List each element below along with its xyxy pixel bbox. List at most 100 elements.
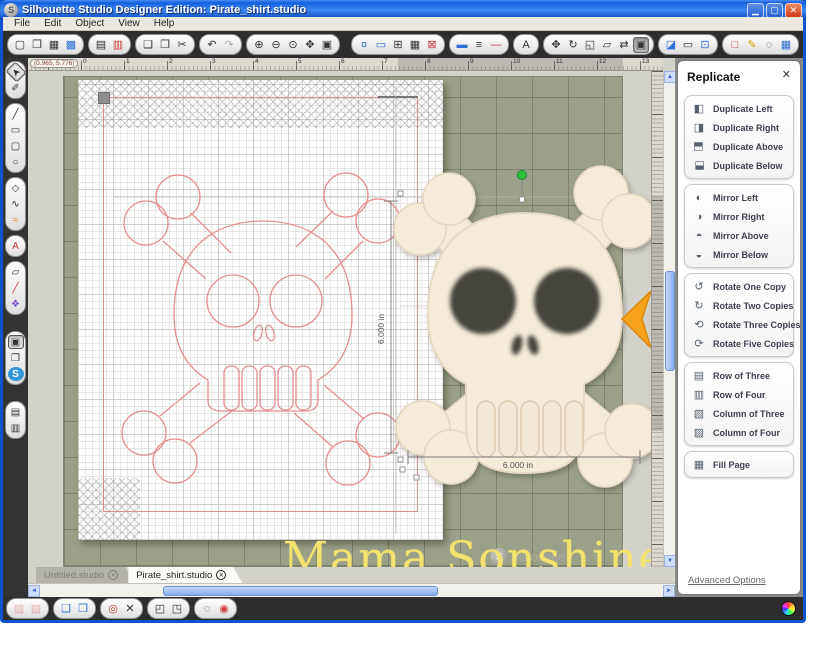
pan-icon[interactable]: ✥ bbox=[302, 37, 318, 53]
select-area-icon[interactable]: ◌ bbox=[761, 37, 777, 53]
shear-icon[interactable]: ▱ bbox=[599, 37, 615, 53]
new-document-icon[interactable]: ▢ bbox=[12, 37, 28, 53]
scroll-left-icon[interactable]: ◄ bbox=[28, 585, 40, 597]
rounded-rectangle-tool[interactable]: ▢ bbox=[8, 139, 24, 153]
menu-file[interactable]: File bbox=[7, 18, 37, 29]
polygon-tool[interactable]: ◇ bbox=[8, 181, 24, 195]
menu-edit[interactable]: Edit bbox=[37, 18, 68, 29]
rotate-icon[interactable]: ↻ bbox=[565, 37, 581, 53]
modify-icon[interactable]: ⊡ bbox=[697, 37, 713, 53]
zoom-selection-icon[interactable]: ⊙ bbox=[285, 37, 301, 53]
row-of-four-button[interactable]: ▥ Row of Four bbox=[685, 385, 793, 404]
vertical-scrollbar[interactable]: ▲ ▼ bbox=[663, 71, 675, 567]
duplicate-left-button[interactable]: ◧ Duplicate Left bbox=[685, 99, 793, 118]
maximize-button[interactable]: ▢ bbox=[766, 3, 783, 18]
cut-icon[interactable]: ✂ bbox=[174, 37, 190, 53]
undo-icon[interactable]: ↶ bbox=[204, 37, 220, 53]
rotate-one-copy-button[interactable]: ↺ Rotate One Copy bbox=[685, 277, 793, 296]
mirror-below-button[interactable]: ◐ Mirror Below bbox=[685, 245, 793, 264]
menu-view[interactable]: View bbox=[111, 18, 147, 29]
vertical-scroll-thumb[interactable] bbox=[665, 271, 675, 371]
duplicate-above-button[interactable]: ◧ Duplicate Above bbox=[685, 137, 793, 156]
panel-close-icon[interactable]: ✕ bbox=[782, 68, 791, 81]
mirror-above-button[interactable]: ◐ Mirror Above bbox=[685, 226, 793, 245]
rotate-three-copies-button[interactable]: ⟲ Rotate Three Copies bbox=[685, 315, 793, 334]
fill-options-icon[interactable]: ▬ bbox=[454, 37, 470, 53]
tab-untitled-studio[interactable]: Untitled.studio ✕ bbox=[36, 567, 134, 583]
text-style-icon[interactable]: A bbox=[518, 37, 534, 53]
workspace[interactable]: 6.000 in 6.000 in S silhouette bbox=[28, 71, 651, 567]
line-tool[interactable]: ╱ bbox=[8, 107, 24, 121]
move-icon[interactable]: ✥ bbox=[548, 37, 564, 53]
save-to-library-icon[interactable]: ▩ bbox=[63, 37, 79, 53]
trace-icon[interactable]: ¤ bbox=[356, 37, 372, 53]
corner-icon[interactable]: ▭ bbox=[680, 37, 696, 53]
row-of-three-button[interactable]: ▤ Row of Three bbox=[685, 366, 793, 385]
ungroup-icon[interactable]: ❐ bbox=[75, 601, 91, 617]
minimize-button[interactable]: ▁ bbox=[747, 3, 764, 18]
library-view-icon[interactable]: ▦ bbox=[778, 37, 794, 53]
column-of-four-button[interactable]: ▨ Column of Four bbox=[685, 423, 793, 442]
page-settings-icon[interactable]: ▭ bbox=[373, 37, 389, 53]
design-page-tool[interactable]: ▤ bbox=[8, 405, 24, 419]
send-to-back-icon[interactable]: ◳ bbox=[169, 601, 185, 617]
freehand-tool[interactable]: ≈ bbox=[8, 213, 24, 227]
mirror-icon[interactable]: ⇄ bbox=[616, 37, 632, 53]
grid-settings-icon[interactable]: ⊞ bbox=[390, 37, 406, 53]
replicate-icon[interactable]: ▣ bbox=[633, 37, 649, 53]
select-all-icon[interactable]: ▧ bbox=[11, 601, 27, 617]
paste-icon[interactable]: ❐ bbox=[157, 37, 173, 53]
open-file-icon[interactable]: ❒ bbox=[29, 37, 45, 53]
print-icon[interactable]: ▤ bbox=[93, 37, 109, 53]
fit-to-page-icon[interactable]: ▣ bbox=[319, 37, 335, 53]
weld-icon[interactable]: ◌ bbox=[199, 601, 215, 617]
shadow-icon[interactable]: ◪ bbox=[663, 37, 679, 53]
library-folders-tool[interactable]: ❒ bbox=[8, 351, 24, 365]
compound-path-icon[interactable]: ◎ bbox=[105, 601, 121, 617]
preview-page-tool[interactable]: ▥ bbox=[8, 421, 24, 435]
offset-icon[interactable]: ◉ bbox=[216, 601, 232, 617]
eraser-tool[interactable]: ▱ bbox=[8, 265, 24, 279]
bring-to-front-icon[interactable]: ◰ bbox=[152, 601, 168, 617]
knife-tool[interactable]: ╱ bbox=[8, 281, 24, 295]
skull-cut-outline[interactable] bbox=[122, 173, 400, 485]
fill-page-button[interactable]: ▦ Fill Page bbox=[685, 455, 793, 474]
edit-points-tool[interactable]: ✐ bbox=[8, 81, 24, 95]
library-tool[interactable]: ▣ bbox=[8, 335, 24, 349]
menu-object[interactable]: Object bbox=[68, 18, 111, 29]
ellipse-tool[interactable]: ○ bbox=[8, 155, 24, 169]
rectangle-tool[interactable]: ▭ bbox=[8, 123, 24, 137]
save-icon[interactable]: ▦ bbox=[46, 37, 62, 53]
print-settings-icon[interactable]: ▥ bbox=[110, 37, 126, 53]
copy-icon[interactable]: ❏ bbox=[140, 37, 156, 53]
tab-pirate-shirt-studio[interactable]: Pirate_shirt.studio ✕ bbox=[128, 567, 242, 583]
line-style-icon[interactable]: ≡ bbox=[471, 37, 487, 53]
registration-marks-icon[interactable]: ⊠ bbox=[424, 37, 440, 53]
advanced-options-link[interactable]: Advanced Options bbox=[688, 575, 766, 586]
duplicate-below-button[interactable]: ◧ Duplicate Below bbox=[685, 156, 793, 175]
cutting-mat-icon[interactable]: ▦ bbox=[407, 37, 423, 53]
tab-close-icon[interactable]: ✕ bbox=[108, 570, 118, 580]
color-wheel-icon[interactable] bbox=[781, 601, 796, 616]
mirror-right-button[interactable]: ◑ Mirror Right bbox=[685, 207, 793, 226]
column-of-three-button[interactable]: ▧ Column of Three bbox=[685, 404, 793, 423]
fill-tool[interactable]: ❖ bbox=[8, 297, 24, 311]
skull-clipart[interactable] bbox=[394, 166, 651, 487]
rotate-two-copies-button[interactable]: ↻ Rotate Two Copies bbox=[685, 296, 793, 315]
orange-arrow-clipart[interactable] bbox=[622, 291, 651, 348]
scroll-right-icon[interactable]: ► bbox=[663, 585, 675, 597]
scale-icon[interactable]: ◱ bbox=[582, 37, 598, 53]
sketch-pens-icon[interactable]: ✎ bbox=[744, 37, 760, 53]
zoom-out-icon[interactable]: ⊖ bbox=[268, 37, 284, 53]
horizontal-scrollbar[interactable]: ◄ ► bbox=[28, 583, 675, 597]
text-tool[interactable]: A bbox=[8, 239, 24, 253]
menu-help[interactable]: Help bbox=[147, 18, 182, 29]
close-button[interactable]: ✕ bbox=[785, 3, 802, 18]
rotate-five-copies-button[interactable]: ⟳ Rotate Five Copies bbox=[685, 334, 793, 353]
tab-close-icon[interactable]: ✕ bbox=[216, 570, 226, 580]
fill-color-icon[interactable]: □ bbox=[727, 37, 743, 53]
canvas-area[interactable]: 012345678910111213 (0.965, 5.776) bbox=[28, 58, 675, 597]
delete-icon[interactable]: ✕ bbox=[122, 601, 138, 617]
store-tool[interactable]: S bbox=[8, 367, 24, 381]
select-tool[interactable]: ➤ bbox=[5, 61, 26, 82]
